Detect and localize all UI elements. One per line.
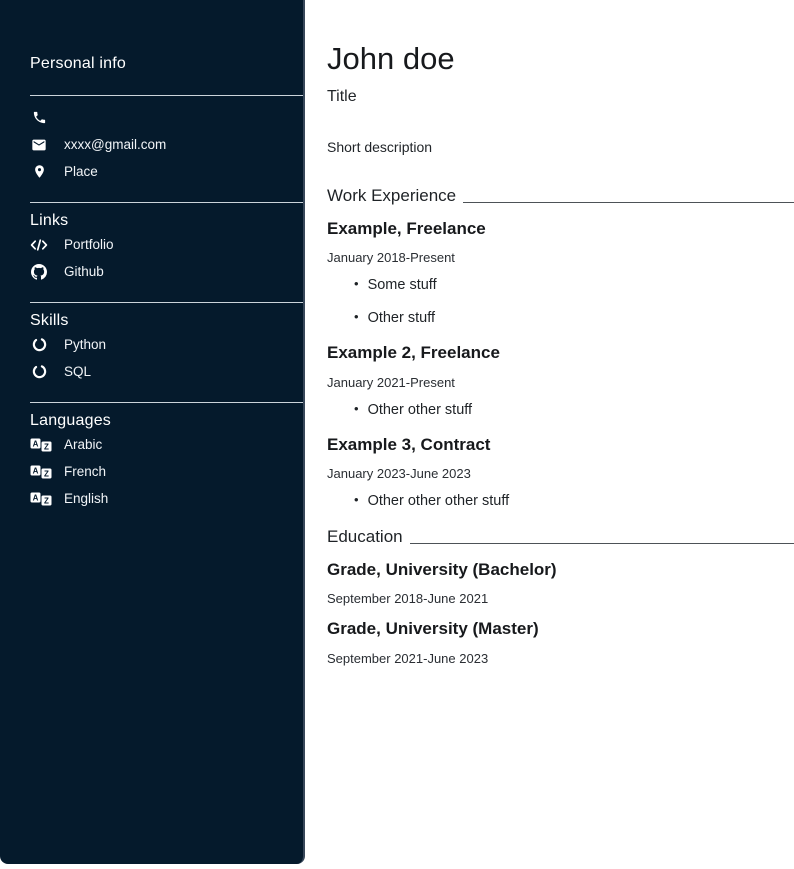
place-icon [30,164,48,179]
person-title: Title [327,88,794,106]
github-link-row[interactable]: Github [30,258,303,285]
skill-row-sql: SQL [30,358,303,385]
job-title: Example 2, Freelance [327,343,794,363]
skill-label: SQL [64,364,91,379]
svg-text:A: A [33,466,39,475]
place-row: Place [30,158,303,185]
job-entry: Example, Freelance January 2018-Present … [327,219,794,325]
job-title: Example 3, Contract [327,435,794,455]
job-bullets: Other other stuff [327,403,794,418]
language-label: French [64,464,106,479]
portfolio-link-label: Portfolio [64,237,114,252]
heading-rule [410,543,794,544]
job-bullet: Other stuff [354,311,794,326]
email-row[interactable]: xxxx@gmail.com [30,131,303,158]
translate-icon: AZ [30,492,52,506]
degree-entry: Grade, University (Master) September 202… [327,619,794,665]
skills-heading: Skills [30,311,303,331]
job-entry: Example 3, Contract January 2023-June 20… [327,435,794,509]
svg-text:Z: Z [44,496,49,505]
links-heading: Links [30,211,303,231]
job-bullet: Other other other stuff [354,494,794,509]
degree-dates: September 2021-June 2023 [327,651,794,666]
divider [30,402,303,403]
job-entry: Example 2, Freelance January 2021-Presen… [327,343,794,417]
github-icon [30,264,48,280]
divider [30,202,303,203]
heading-rule [463,202,794,203]
language-label: Arabic [64,437,102,452]
personal-info-heading: Personal info [30,54,303,74]
languages-heading: Languages [30,411,303,431]
degree-title: Grade, University (Bachelor) [327,560,794,580]
svg-text:Z: Z [44,442,49,451]
language-label: English [64,491,108,506]
work-experience-heading: Work Experience [327,186,794,206]
short-description: Short description [327,139,794,155]
skill-label: Python [64,337,106,352]
portfolio-link-row[interactable]: Portfolio [30,231,303,258]
language-row-arabic: AZ Arabic [30,431,303,458]
job-dates: January 2021-Present [327,375,794,390]
svg-text:Z: Z [44,469,49,478]
job-bullet: Other other stuff [354,403,794,418]
job-bullets: Some stuff Other stuff [327,278,794,325]
skill-row-python: Python [30,331,303,358]
job-dates: January 2023-June 2023 [327,466,794,481]
place-label: Place [64,164,98,179]
resume-body: John doe Title Short description Work Ex… [307,0,794,666]
github-link-label: Github [64,264,104,279]
work-experience-heading-label: Work Experience [327,186,456,206]
sidebar: Personal info xxxx@gmail.com Place Links… [0,0,305,864]
job-title: Example, Freelance [327,219,794,239]
email-label: xxxx@gmail.com [64,137,166,152]
job-bullets: Other other other stuff [327,494,794,509]
language-row-french: AZ French [30,458,303,485]
circle-notch-icon [30,337,48,352]
education-heading-label: Education [327,527,403,547]
degree-entry: Grade, University (Bachelor) September 2… [327,560,794,606]
translate-icon: AZ [30,438,52,452]
person-name: John doe [327,42,794,77]
translate-icon: AZ [30,465,52,479]
degree-dates: September 2018-June 2021 [327,591,794,606]
divider [30,302,303,303]
code-icon [30,238,48,252]
job-dates: January 2018-Present [327,250,794,265]
phone-row [30,104,303,131]
svg-text:A: A [33,493,39,502]
education-heading: Education [327,527,794,547]
job-bullet: Some stuff [354,278,794,293]
circle-notch-icon [30,364,48,379]
phone-icon [30,110,48,125]
email-icon [30,137,48,153]
svg-text:A: A [33,439,39,448]
language-row-english: AZ English [30,485,303,512]
degree-title: Grade, University (Master) [327,619,794,639]
divider [30,95,303,96]
